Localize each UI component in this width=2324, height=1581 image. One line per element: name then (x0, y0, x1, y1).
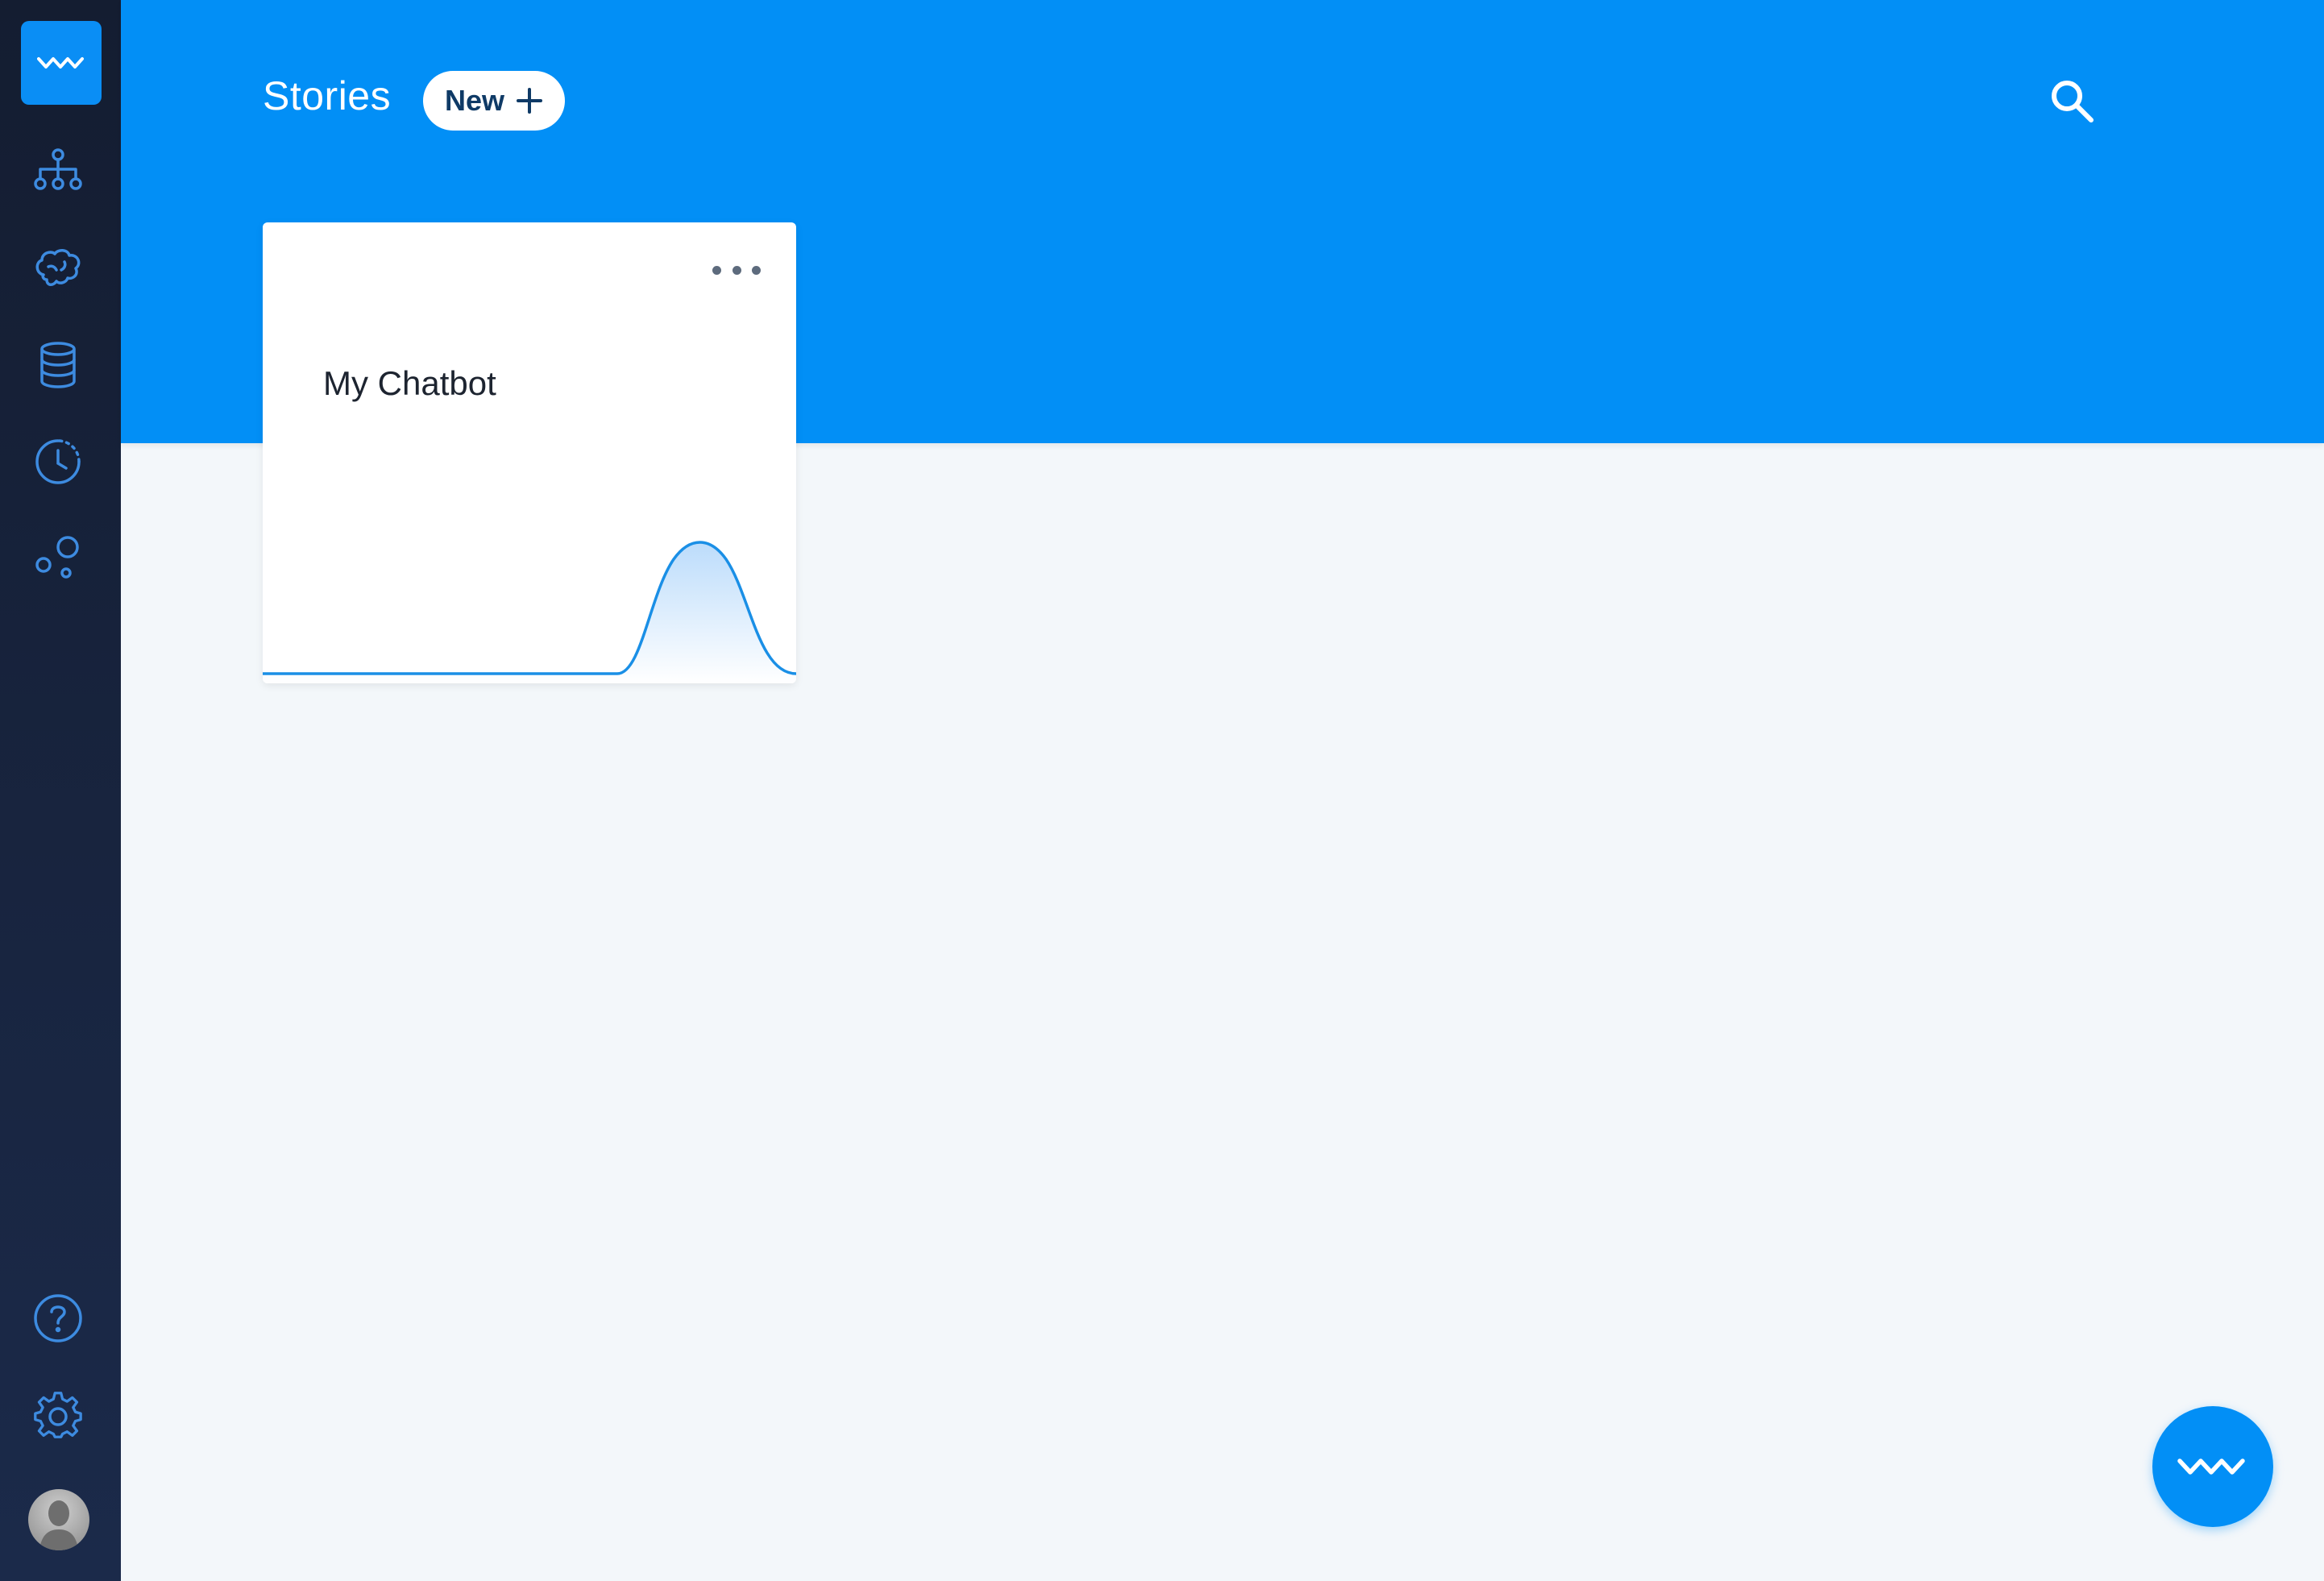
sidebar-item-history[interactable] (29, 433, 87, 491)
plus-icon (517, 88, 543, 114)
page-title: Stories (263, 73, 392, 118)
brain-icon (35, 249, 81, 286)
sitemap-icon (34, 148, 82, 190)
history-clock-icon (35, 439, 81, 484)
sidebar-item-database[interactable] (29, 336, 87, 394)
card-menu-button[interactable] (712, 258, 761, 282)
sidebar (0, 0, 121, 1581)
help-icon (34, 1294, 82, 1342)
search-icon (2052, 81, 2094, 122)
story-activity-sparkline (263, 541, 796, 683)
story-card[interactable]: My Chatbot (263, 222, 796, 683)
sidebar-item-flows[interactable] (29, 142, 87, 200)
wave-logo-icon (37, 57, 84, 68)
more-dots-icon (712, 265, 721, 275)
app-root: Stories New My Chatbot (0, 0, 2324, 1581)
new-button-label: New (444, 84, 505, 117)
new-story-button[interactable]: New (423, 71, 565, 131)
avatar[interactable] (28, 1489, 89, 1550)
search-button[interactable] (2044, 73, 2100, 129)
bubbles-icon (35, 536, 79, 579)
chat-launcher-button[interactable] (2152, 1406, 2273, 1527)
gear-icon (34, 1392, 82, 1438)
wave-logo-icon (2177, 1459, 2245, 1475)
sidebar-item-integrations[interactable] (29, 529, 87, 587)
sidebar-item-help[interactable] (29, 1289, 87, 1347)
logo-button[interactable] (21, 21, 102, 105)
sidebar-item-settings[interactable] (29, 1387, 87, 1445)
story-title: My Chatbot (323, 364, 496, 402)
database-icon (40, 342, 76, 388)
user-silhouette-icon (39, 1500, 78, 1550)
sidebar-item-brain[interactable] (29, 239, 87, 297)
